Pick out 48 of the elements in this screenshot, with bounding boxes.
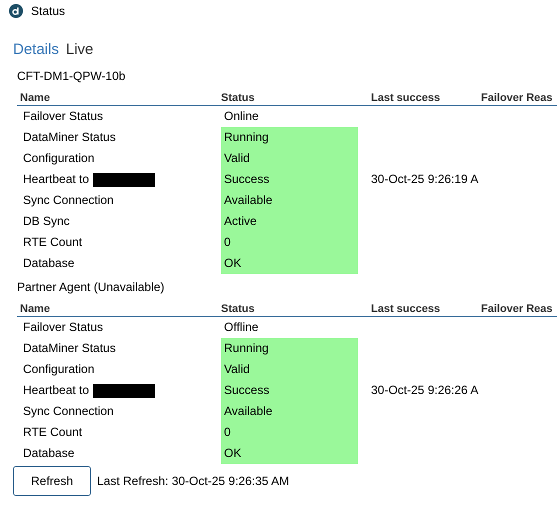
status-cell: Active xyxy=(221,211,358,232)
table-cell-text: Heartbeat to xyxy=(23,171,90,188)
column-header: Failover Reas xyxy=(480,91,554,105)
status-cell: Success xyxy=(221,169,358,190)
status-cell-text: Offline xyxy=(223,319,260,336)
status-cell: Running xyxy=(221,127,358,148)
table-cell-text: Configuration xyxy=(23,150,94,167)
table-cell-text: Failover Status xyxy=(23,319,104,336)
column-header: Name xyxy=(19,91,51,105)
column-header: Name xyxy=(19,302,51,316)
window-title: Status xyxy=(31,4,66,18)
table-cell-text: Database xyxy=(23,255,74,272)
last-refresh-text: Last Refresh: 30-Oct-25 9:26:35 AM xyxy=(97,474,290,488)
table-cell-text: Sync Connection xyxy=(23,403,114,420)
column-header: Last success xyxy=(370,91,442,105)
column-header: Status xyxy=(220,91,256,105)
status-cell: Valid xyxy=(221,148,358,169)
status-cell: OK xyxy=(221,253,358,274)
column-header: Status xyxy=(220,302,256,316)
section-title: Partner Agent (Unavailable) xyxy=(17,279,166,296)
table-cell-text: DataMiner Status xyxy=(23,129,116,146)
refresh-button[interactable]: Refresh xyxy=(13,466,91,496)
table-cell-text: RTE Count xyxy=(23,234,82,251)
table-cell-text: Sync Connection xyxy=(23,192,114,209)
tab[interactable]: Live xyxy=(66,41,94,63)
status-cell: 0 xyxy=(221,232,358,253)
status-cell-text: Online xyxy=(223,108,260,125)
status-cell: Valid xyxy=(221,359,358,380)
status-cell: Available xyxy=(221,190,358,211)
status-cell: Running xyxy=(221,338,358,359)
status-cell: OK xyxy=(221,443,358,464)
section-title: CFT-DM1-QPW-10b xyxy=(17,68,126,85)
table-cell-text: Database xyxy=(23,445,74,462)
table-cell: 30-Oct-25 9:26:26 A xyxy=(371,383,478,397)
column-header: Last success xyxy=(370,302,442,316)
table-cell-text: DB Sync xyxy=(23,213,70,230)
table-cell: 30-Oct-25 9:26:19 A xyxy=(371,172,478,186)
tab[interactable]: Details xyxy=(13,41,59,63)
status-cell: Success xyxy=(221,380,358,401)
status-cell: 0 xyxy=(221,422,358,443)
app-logo-icon xyxy=(9,4,23,18)
status-cell: Available xyxy=(221,401,358,422)
table-cell-text: Failover Status xyxy=(23,108,104,125)
table-cell-text: Heartbeat to xyxy=(23,382,90,399)
table-cell-text: RTE Count xyxy=(23,424,82,441)
table-cell-text: DataMiner Status xyxy=(23,340,116,357)
column-header: Failover Reas xyxy=(480,302,554,316)
table-cell-text: Configuration xyxy=(23,361,94,378)
